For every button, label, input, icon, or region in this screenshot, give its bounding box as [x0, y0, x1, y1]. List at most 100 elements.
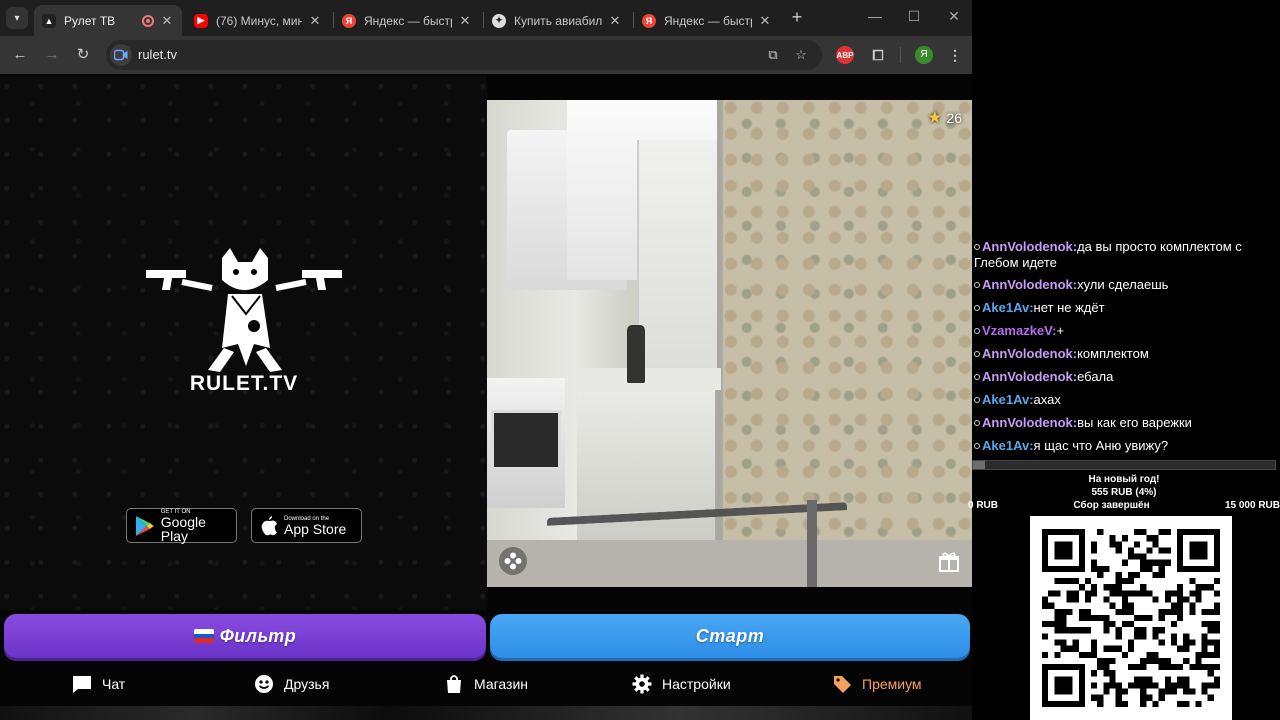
- qr-module: [1152, 627, 1159, 634]
- qr-module: [1054, 651, 1061, 658]
- qr-module: [1207, 639, 1214, 646]
- qr-module: [1158, 639, 1165, 646]
- bookmark-star-icon[interactable]: ☆: [792, 46, 810, 64]
- taskbar-strip: [0, 706, 972, 720]
- qr-module: [1091, 590, 1098, 597]
- qr-module: [1121, 559, 1128, 566]
- filter-button[interactable]: Фильтр: [4, 614, 486, 658]
- adblock-extension-icon[interactable]: ABP: [836, 46, 854, 64]
- qr-module: [1115, 547, 1122, 554]
- qr-module: [1195, 700, 1202, 707]
- qr-module: [1213, 602, 1220, 609]
- qr-module: [1109, 657, 1116, 665]
- qr-module: [1183, 633, 1190, 640]
- bullet-icon: [974, 351, 980, 357]
- qr-module: [1127, 608, 1135, 615]
- qr-module: [1109, 535, 1116, 542]
- video-scene: [547, 502, 847, 587]
- close-tab-icon[interactable]: ✕: [160, 13, 174, 29]
- qr-module: [1103, 645, 1110, 652]
- qr-module: [1140, 688, 1147, 695]
- start-button[interactable]: Старт: [490, 614, 970, 658]
- qr-module: [1121, 578, 1128, 585]
- back-icon[interactable]: ←: [10, 45, 30, 65]
- donation-goal: На новый год! 555 RUB (4%) 0 RUB Сбор за…: [968, 474, 1280, 511]
- qr-module: [1140, 657, 1147, 665]
- app-store-badge[interactable]: Download on the App Store: [251, 508, 362, 543]
- close-tab-icon[interactable]: ✕: [458, 13, 472, 29]
- maximize-icon[interactable]: ☐: [904, 8, 924, 25]
- reload-icon[interactable]: ↻: [73, 45, 93, 65]
- chat-user: AnnVolodenok:: [982, 346, 1078, 361]
- close-tab-icon[interactable]: ✕: [758, 13, 772, 29]
- video-feed[interactable]: ★ 26: [487, 100, 972, 587]
- site-info-icon[interactable]: [110, 44, 132, 66]
- address-bar[interactable]: rulet.tv ⧉ ☆: [106, 40, 822, 70]
- qr-module: [1189, 639, 1196, 646]
- chat-text: вы как его варежки: [1077, 415, 1192, 430]
- google-play-badge[interactable]: GET IT ON Google Play: [126, 508, 237, 543]
- qr-module: [1183, 688, 1190, 695]
- tab-yandex-2[interactable]: Я Яндекс — быстрый ✕: [634, 5, 780, 36]
- qr-module: [1072, 639, 1079, 646]
- qr-module: [1207, 664, 1214, 671]
- chat-text: комплектом: [1077, 346, 1149, 361]
- kebab-menu-icon[interactable]: ⋮: [946, 46, 964, 64]
- games-icon[interactable]: [499, 547, 527, 575]
- extensions-puzzle-icon[interactable]: ⧠: [869, 46, 887, 64]
- qr-module: [1078, 584, 1085, 591]
- qr-module: [1078, 651, 1085, 658]
- gift-icon[interactable]: [938, 551, 960, 573]
- qr-module: [1054, 627, 1061, 634]
- qr-module: [1213, 664, 1220, 671]
- filter-label: Фильтр: [219, 625, 297, 646]
- rulet-page: RULET.TV GET IT ON Google Play Download …: [0, 76, 972, 720]
- qr-module: [1103, 627, 1110, 634]
- tab-search-icon[interactable]: ▾: [6, 7, 28, 29]
- close-window-icon[interactable]: ✕: [944, 8, 964, 25]
- qr-module: [1042, 633, 1049, 640]
- qr-module: [1152, 700, 1159, 707]
- logo-text: RULET.TV: [189, 372, 299, 395]
- close-tab-icon[interactable]: ✕: [308, 13, 322, 29]
- tab-youtube[interactable]: ▶ (76) Минус, минус ✕: [186, 5, 330, 36]
- nav-chat[interactable]: Чат: [72, 674, 125, 694]
- forward-icon[interactable]: →: [42, 45, 62, 65]
- qr-module: [1140, 676, 1147, 683]
- nav-settings[interactable]: Настройки: [632, 674, 731, 694]
- qr-module: [1115, 627, 1122, 634]
- chat-user: AnnVolodenok:: [982, 369, 1078, 384]
- tab-rulet[interactable]: ▲ Рулет ТВ ✕: [34, 5, 182, 36]
- screen: ▾ ▲ Рулет ТВ ✕ ▶ (76) Минус, минус ✕ Я Я…: [0, 0, 1280, 720]
- qr-module: [1189, 688, 1196, 695]
- qr-module: [1170, 682, 1178, 689]
- qr-module: [1091, 547, 1098, 554]
- qr-module: [1195, 596, 1202, 603]
- qr-module: [1189, 664, 1196, 671]
- qr-module: [1140, 529, 1147, 536]
- tab-aviasales[interactable]: ✦ Купить авиабилет ✕: [484, 5, 630, 36]
- bottom-nav: Чат Друзья Магазин Настройки Премиум: [0, 666, 972, 706]
- qr-module: [1195, 584, 1202, 591]
- nav-shop[interactable]: Магазин: [444, 674, 528, 694]
- donation-max: 15 000 RUB: [1224, 500, 1280, 511]
- qr-module: [1048, 602, 1055, 609]
- profile-avatar[interactable]: Я: [915, 46, 933, 64]
- nav-friends[interactable]: Друзья: [254, 674, 329, 694]
- tab-title: Рулет ТВ: [64, 13, 116, 28]
- qr-module: [1152, 633, 1159, 640]
- close-tab-icon[interactable]: ✕: [608, 13, 622, 29]
- qr-module: [1115, 694, 1122, 701]
- nav-premium[interactable]: Премиум: [832, 674, 922, 694]
- minimize-icon[interactable]: —: [865, 8, 885, 24]
- new-tab-icon[interactable]: +: [788, 8, 806, 26]
- qr-module: [1207, 682, 1214, 689]
- qr-module: [1091, 584, 1098, 591]
- tab-yandex-1[interactable]: Я Яндекс — быстрый ✕: [334, 5, 480, 36]
- qr-module: [1109, 645, 1116, 652]
- nav-chat-label: Чат: [102, 676, 126, 692]
- install-app-icon[interactable]: ⧉: [764, 46, 782, 64]
- qr-module: [1121, 596, 1128, 603]
- qr-module: [1054, 608, 1061, 615]
- qr-module: [1164, 657, 1171, 665]
